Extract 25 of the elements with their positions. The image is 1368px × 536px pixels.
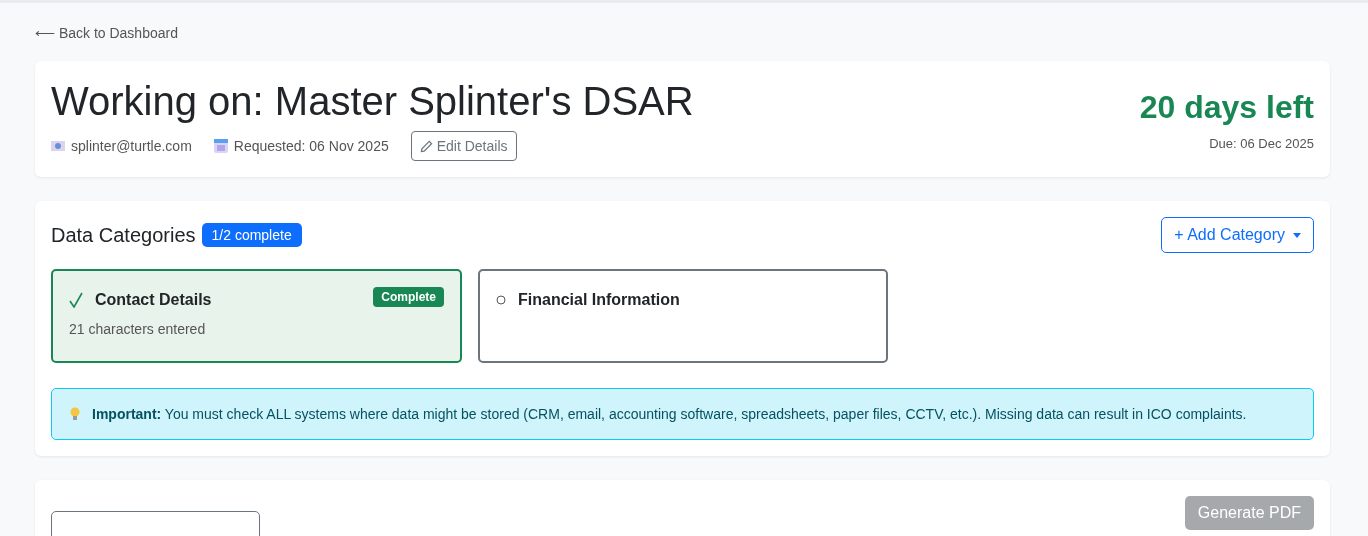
category-name: Contact Details (95, 291, 212, 309)
edit-details-button[interactable]: Edit Details (410, 131, 517, 161)
email-text: splinter@turtle.com (71, 138, 192, 154)
add-category-button[interactable]: + Add Category (1161, 217, 1314, 253)
category-name: Financial Information (518, 291, 680, 309)
calendar-icon (213, 139, 228, 153)
notice-text: Important: You must check ALL systems where data might be stored (CRM, email, accounting software, spreadsheets, paper files, CCTV, etc.). Missing data can result in ICO complaints. (92, 406, 1247, 422)
category-detail: 21 characters entered (69, 321, 207, 337)
page-title: Working on: Master Splinter's DSAR (51, 78, 694, 125)
id-card-icon (51, 140, 65, 152)
days-left: 20 days left (1139, 89, 1314, 126)
category-card[interactable]: Financial Information (478, 269, 888, 363)
check-icon (69, 292, 83, 308)
section-title: Data Categories (51, 223, 196, 247)
pencil-icon (419, 139, 433, 153)
status-badge: Complete (373, 287, 444, 307)
lightbulb-icon (70, 407, 80, 421)
progress-badge: 1/2 complete (201, 223, 302, 247)
requested-date: Requested: 06 Nov 2025 (233, 138, 389, 154)
due-date: Due: 06 Dec 2025 (1209, 136, 1314, 151)
caret-icon (1293, 232, 1301, 238)
category-card[interactable]: Contact Details 21 characters entered Complete (51, 269, 462, 363)
circle-icon (496, 295, 506, 305)
outlined-control[interactable] (51, 511, 260, 536)
back-link[interactable]: ⟵ Back to Dashboard (35, 25, 1330, 41)
